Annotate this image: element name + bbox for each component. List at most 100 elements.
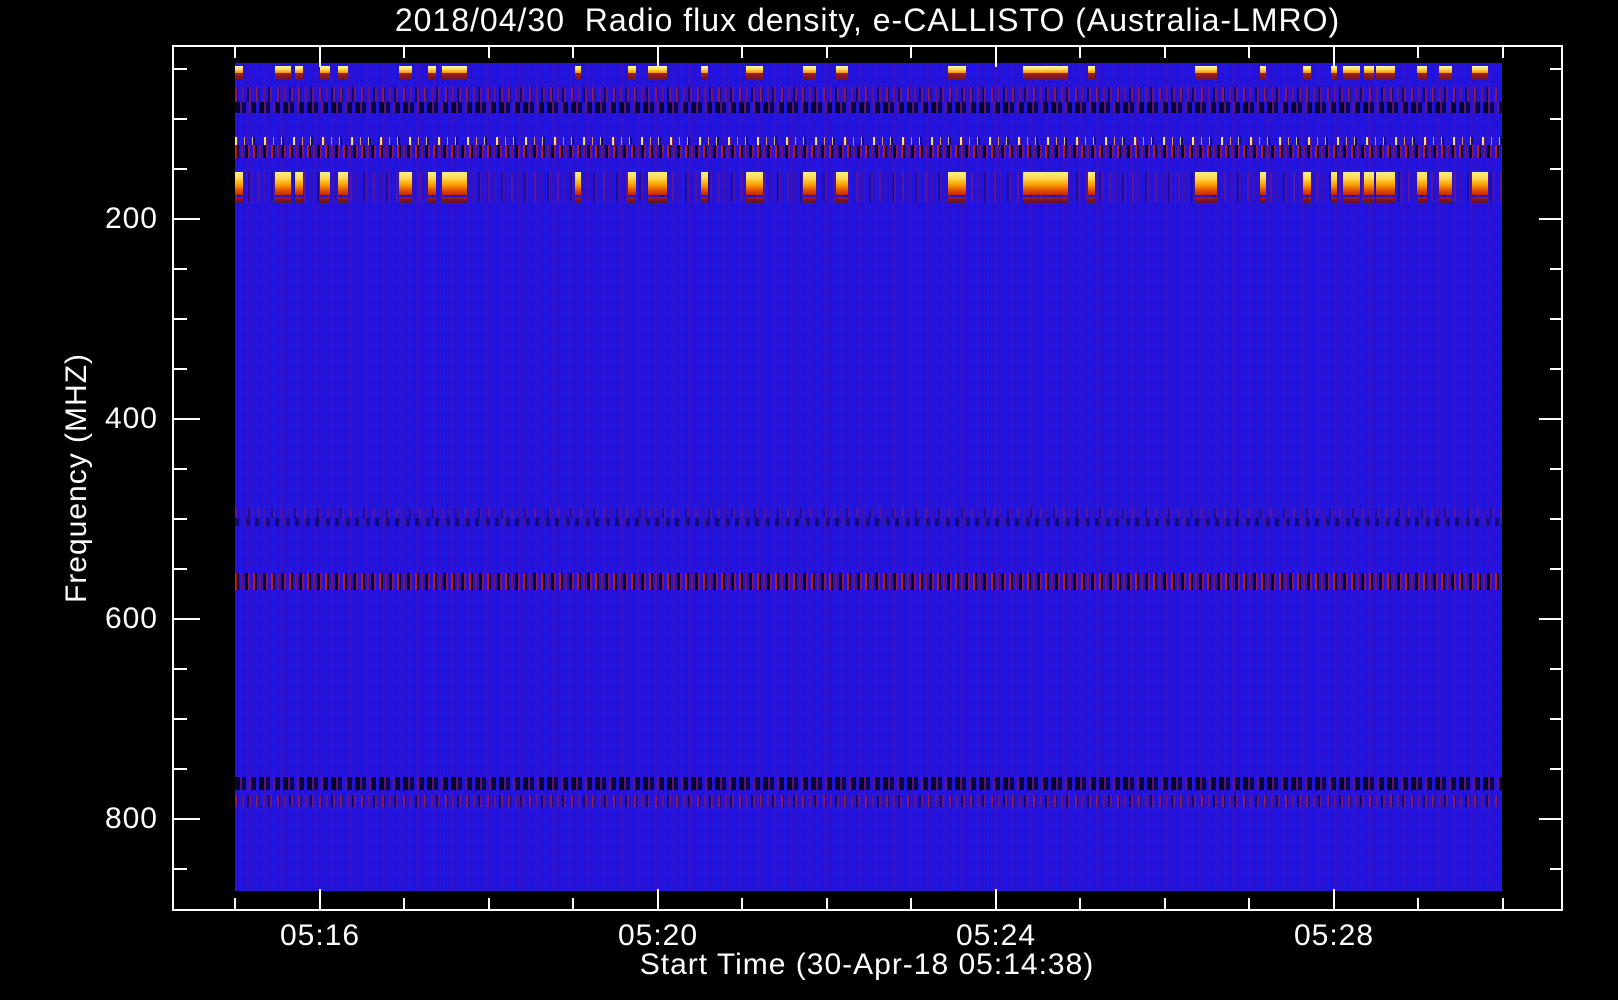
rfi-burst xyxy=(275,172,291,195)
rfi-burst xyxy=(1088,66,1095,73)
y-tick-right xyxy=(1539,618,1561,620)
rfi-burst xyxy=(1195,73,1217,80)
rfi-burst xyxy=(1417,73,1427,80)
rfi-burst xyxy=(428,73,436,80)
rfi-burst xyxy=(1303,197,1311,203)
x-tick-bottom xyxy=(1079,898,1081,909)
rfi-burst xyxy=(575,66,581,73)
rfi-burst xyxy=(1472,172,1488,195)
rfi-burst xyxy=(1364,66,1374,73)
y-tick-left xyxy=(174,518,187,520)
rfi-burst xyxy=(235,197,243,203)
rfi-burst xyxy=(1260,197,1266,203)
rfi-burst xyxy=(1331,197,1337,203)
y-tick-left xyxy=(174,118,187,120)
rfi-burst xyxy=(320,197,330,203)
rfi-burst xyxy=(575,197,581,203)
rfi-burst xyxy=(803,197,816,203)
x-tick-bottom xyxy=(995,889,997,909)
rfi-burst xyxy=(575,73,581,80)
rfi-burst xyxy=(275,197,291,203)
rfi-burst xyxy=(1439,66,1452,73)
y-tick-left xyxy=(174,468,187,470)
x-tick-bottom xyxy=(1417,898,1419,909)
rfi-burst xyxy=(746,197,763,203)
rfi-burst xyxy=(836,172,848,195)
y-tick-left xyxy=(174,268,187,270)
rfi-burst xyxy=(1331,66,1337,73)
rfi-burst xyxy=(1023,66,1068,73)
rfi-burst xyxy=(1439,172,1452,195)
rfi-burst xyxy=(575,172,581,195)
y-tick-right xyxy=(1550,668,1561,670)
rfi-burst xyxy=(648,197,667,203)
rfi-burst xyxy=(1472,73,1488,80)
rfi-burst xyxy=(803,172,816,195)
rfi-burst xyxy=(1303,172,1311,195)
y-tick-right xyxy=(1539,418,1561,420)
y-tick-right xyxy=(1550,718,1561,720)
y-tick-left xyxy=(174,768,187,770)
x-tick-bottom xyxy=(657,889,659,909)
y-tick-left xyxy=(174,68,187,70)
rfi-burst xyxy=(1364,172,1374,195)
rfi-burst xyxy=(235,172,243,195)
rfi-burst xyxy=(320,66,330,73)
rfi-burst xyxy=(442,172,467,195)
x-tick-bottom xyxy=(910,898,912,909)
y-tick-right xyxy=(1550,518,1561,520)
y-tick-label: 400 xyxy=(104,402,158,435)
rfi-burst xyxy=(1303,66,1311,73)
rfi-band xyxy=(235,172,1502,202)
rfi-burst xyxy=(948,73,966,80)
rfi-burst xyxy=(948,66,966,73)
rfi-burst xyxy=(295,66,303,73)
rfi-burst xyxy=(338,73,348,80)
x-tick-label: 05:24 xyxy=(955,919,1037,952)
x-tick-bottom xyxy=(1333,889,1335,909)
x-tick-bottom xyxy=(572,898,574,909)
y-tick-right xyxy=(1539,218,1561,220)
rfi-burst xyxy=(746,66,763,73)
rfi-burst xyxy=(275,66,291,73)
x-tick-bottom xyxy=(319,889,321,909)
y-tick-left xyxy=(174,318,187,320)
x-tick-top xyxy=(741,47,743,58)
x-tick-top xyxy=(572,47,574,58)
rfi-burst xyxy=(1417,197,1427,203)
y-tick-left xyxy=(174,368,187,370)
y-tick-left xyxy=(174,668,187,670)
x-tick-top xyxy=(319,47,321,67)
rfi-burst xyxy=(338,66,348,73)
rfi-burst xyxy=(701,172,708,195)
rfi-burst xyxy=(399,73,412,80)
rfi-band xyxy=(235,508,1502,518)
rfi-burst xyxy=(746,73,763,80)
rfi-burst xyxy=(1331,172,1337,195)
x-tick-bottom xyxy=(403,898,405,909)
rfi-burst xyxy=(701,73,708,80)
x-tick-top xyxy=(995,47,997,67)
rfi-band xyxy=(235,777,1502,790)
rfi-burst xyxy=(1364,73,1374,80)
rfi-burst xyxy=(1376,66,1395,73)
y-tick-left xyxy=(174,218,200,220)
rfi-burst xyxy=(803,73,816,80)
x-tick-top xyxy=(826,47,828,58)
rfi-band xyxy=(235,87,1502,102)
y-tick-right xyxy=(1550,318,1561,320)
rfi-burst xyxy=(442,66,467,73)
rfi-burst xyxy=(399,66,412,73)
y-tick-right xyxy=(1550,868,1561,870)
x-tick-label: 05:20 xyxy=(617,919,699,952)
rfi-burst xyxy=(1439,73,1452,80)
x-tick-bottom xyxy=(826,898,828,909)
rfi-burst xyxy=(1331,73,1337,80)
rfi-burst xyxy=(648,73,667,80)
rfi-burst xyxy=(836,197,848,203)
y-axis-title: Frequency (MHZ) xyxy=(60,352,93,604)
x-tick-bottom xyxy=(1502,898,1504,909)
spectrogram-chart: 2018/04/30 Radio flux density, e-CALLIST… xyxy=(0,0,1618,1000)
y-tick-right xyxy=(1550,68,1561,70)
rfi-burst xyxy=(1343,172,1360,195)
